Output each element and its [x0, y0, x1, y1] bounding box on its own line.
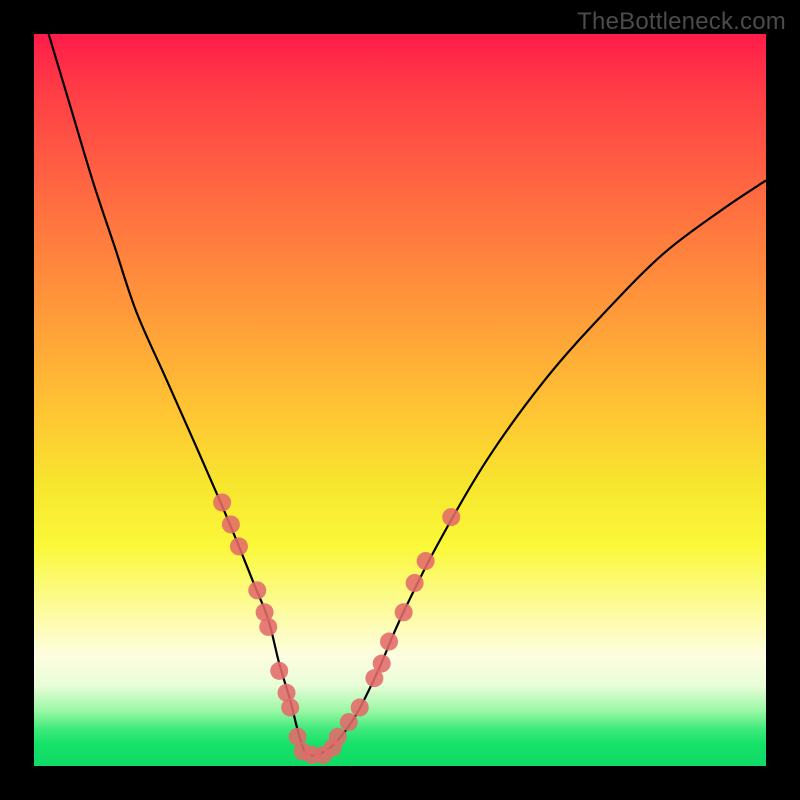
curve-marker [406, 574, 424, 592]
curve-marker [248, 581, 266, 599]
curve-marker [442, 508, 460, 526]
curve-marker [281, 698, 299, 716]
curve-marker [222, 515, 240, 533]
watermark-text: TheBottleneck.com [577, 8, 786, 36]
curve-marker [340, 713, 358, 731]
curve-marker [380, 633, 398, 651]
curve-marker [373, 655, 391, 673]
bottleneck-curve [49, 34, 766, 756]
curve-marker [270, 662, 288, 680]
curve-marker [351, 698, 369, 716]
curve-marker [395, 603, 413, 621]
curve-marker [417, 552, 435, 570]
curve-marker [213, 493, 231, 511]
gradient-plot-area [34, 34, 766, 766]
curve-marker [230, 537, 248, 555]
curve-marker [259, 618, 277, 636]
chart-svg [34, 34, 766, 766]
curve-marker [329, 728, 347, 746]
curve-markers [213, 493, 460, 764]
